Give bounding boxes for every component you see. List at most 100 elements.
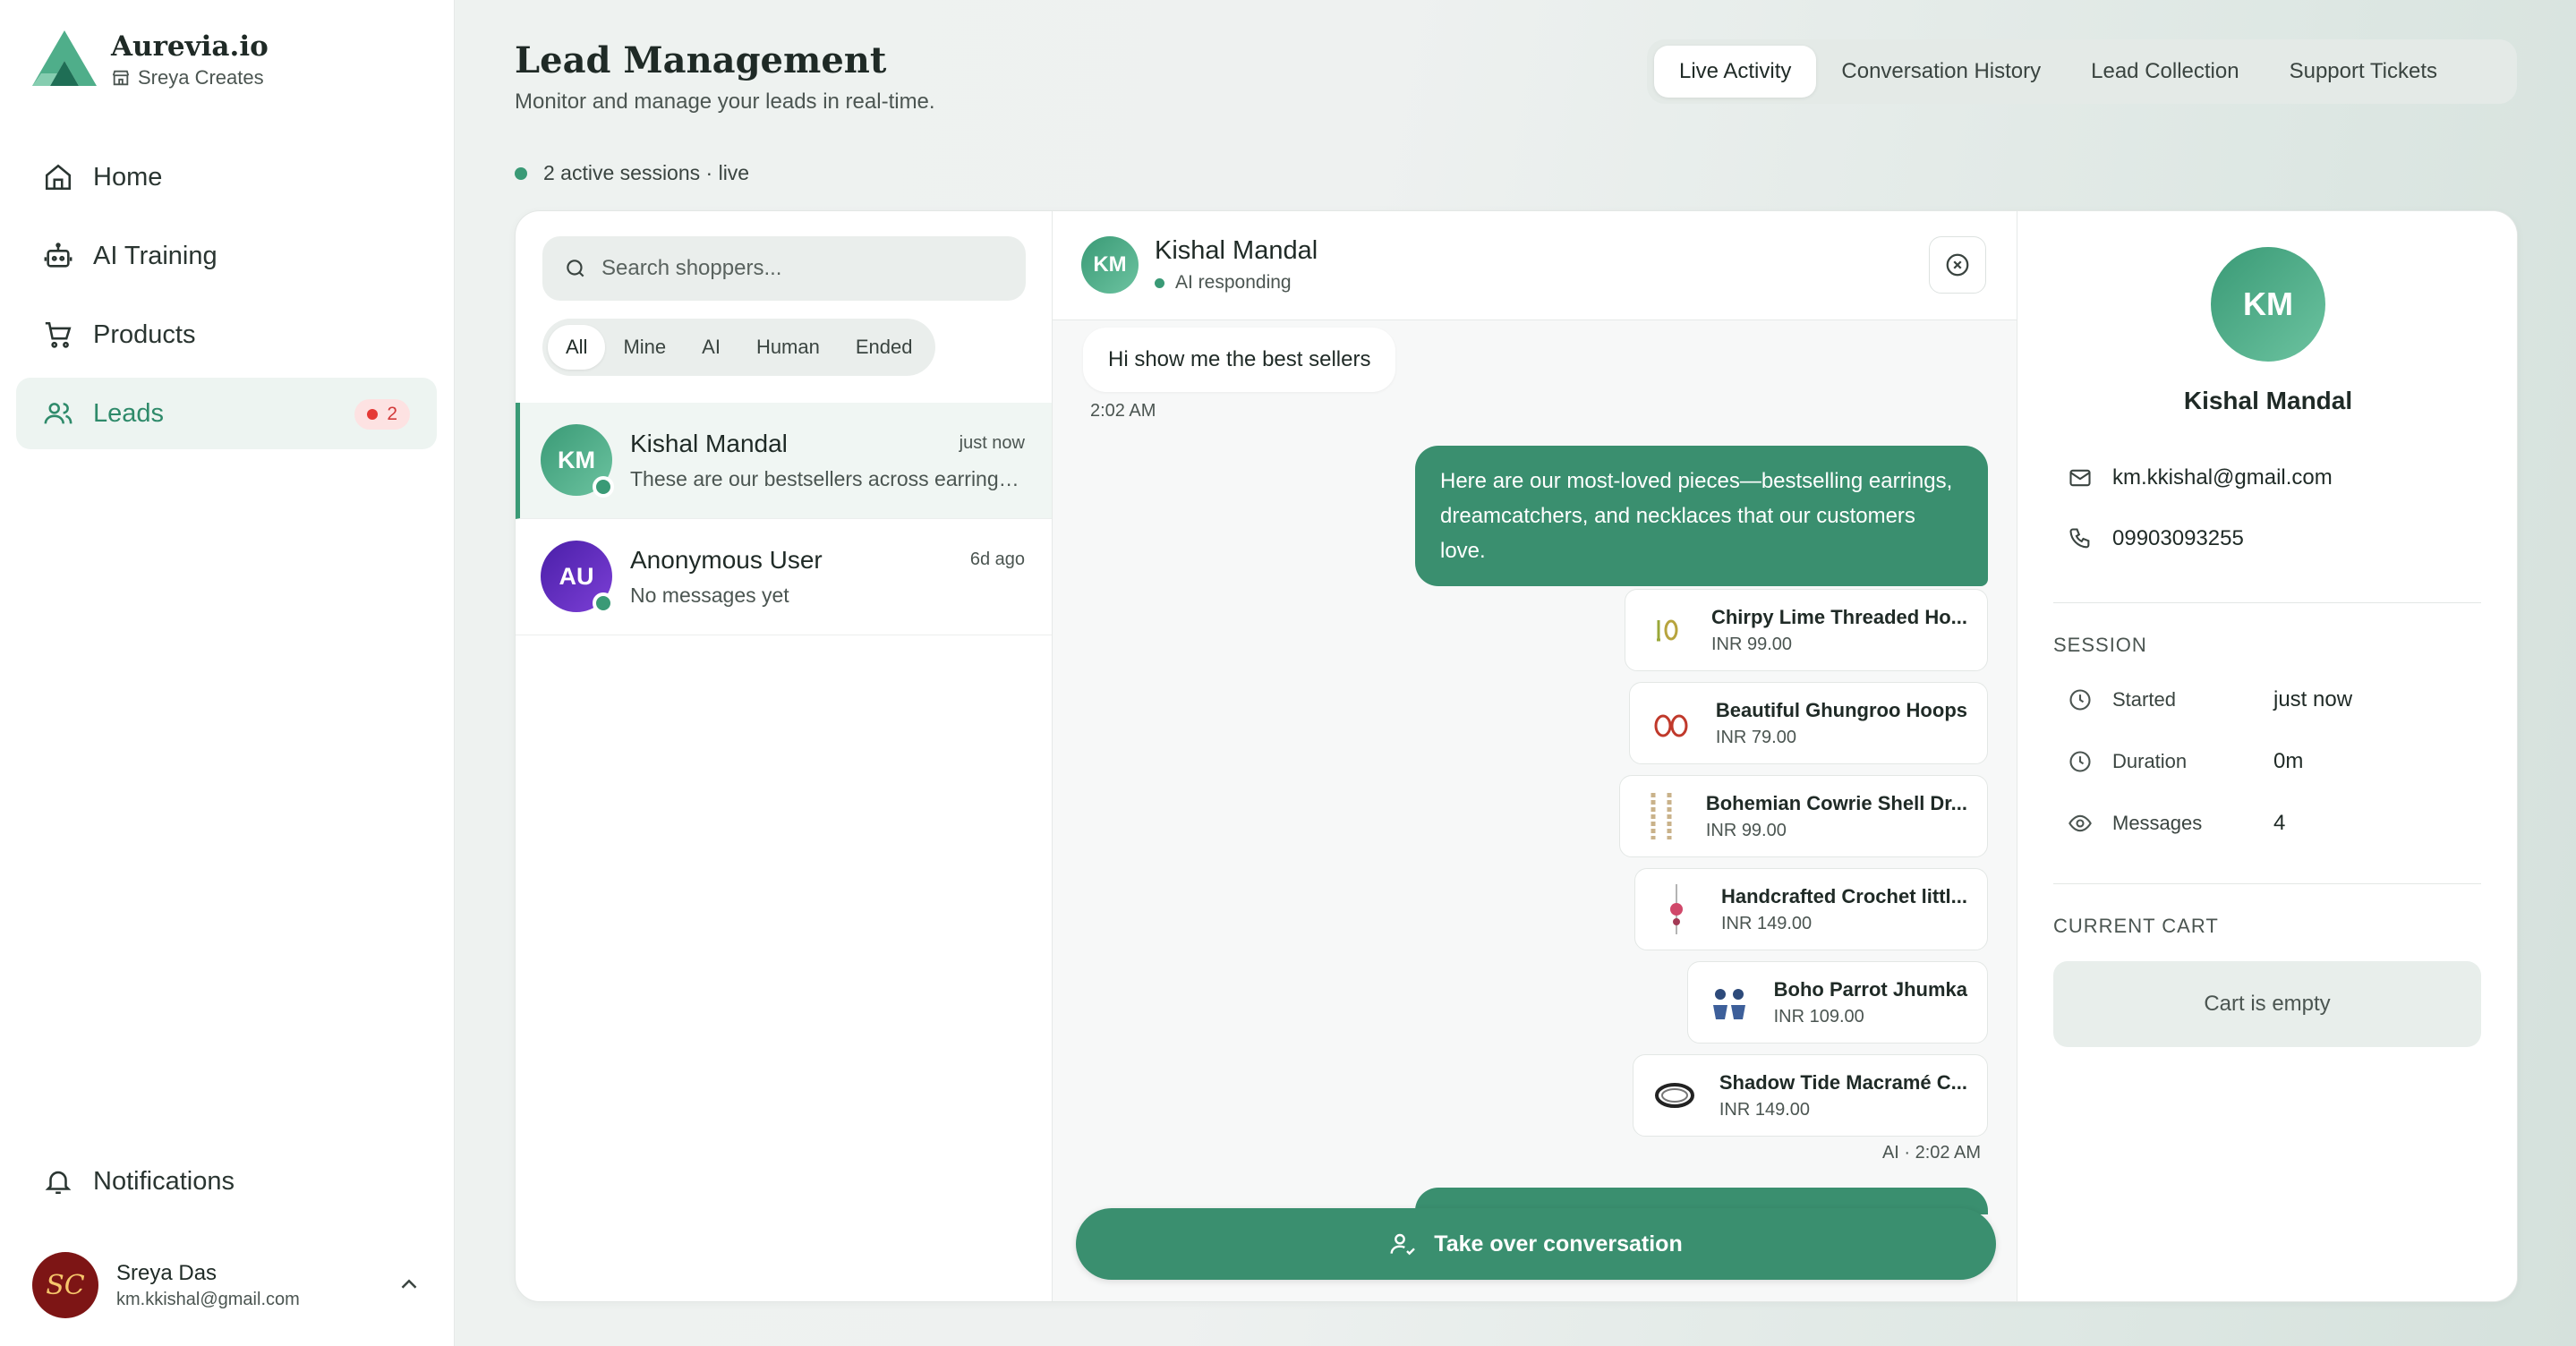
filter-ai[interactable]: AI <box>684 325 738 370</box>
product-card[interactable]: Shadow Tide Macramé C... INR 149.00 <box>1632 1054 1988 1137</box>
session-duration: Duration 0m <box>2068 744 2479 779</box>
product-price: INR 99.00 <box>1710 634 1793 654</box>
product-thumbnail <box>1650 882 1703 936</box>
chevron-up-icon[interactable] <box>396 1271 422 1298</box>
filter-all[interactable]: All <box>548 325 606 370</box>
profile-name: Kishal Mandal <box>2183 387 2353 414</box>
brand[interactable]: Aurevia.io Sreya Creates <box>32 30 269 89</box>
nav-label: AI Training <box>93 241 218 270</box>
user-email: km.kkishal@gmail.com <box>116 1289 300 1309</box>
search-icon <box>567 260 584 277</box>
list-item[interactable]: AU Anonymous User 6d ago No messages yet <box>516 519 1052 635</box>
product-card[interactable]: Beautiful Ghungroo Hoops INR 79.00 <box>1628 682 1988 764</box>
nav-label: Notifications <box>93 1166 235 1196</box>
filter-mine[interactable]: Mine <box>605 325 684 370</box>
brand-logo-icon <box>32 30 97 86</box>
users-icon <box>44 403 73 424</box>
clock-icon <box>2069 689 2091 711</box>
conversation-status: AI responding <box>1155 272 1292 294</box>
shopper-list-panel: All Mine AI Human Ended KM Kishal Mandal… <box>516 211 1053 1301</box>
product-thumbnail <box>1648 1069 1702 1122</box>
product-card[interactable]: Handcrafted Crochet littl... INR 149.00 <box>1633 868 1988 950</box>
bell-icon <box>45 1171 72 1195</box>
product-card[interactable]: Boho Parrot Jhumka INR 109.00 <box>1686 961 1988 1044</box>
nav-label: Products <box>93 319 196 349</box>
avatar: KM <box>2211 247 2325 362</box>
session-heading: SESSION <box>2053 634 2147 656</box>
take-over-conversation-button[interactable]: Take over conversation <box>1076 1208 1996 1280</box>
user-name: Sreya Das <box>116 1260 218 1285</box>
store-name: Sreya Creates <box>138 66 264 89</box>
avatar: KM <box>1081 236 1139 294</box>
outgoing-message: Here are our most-loved pieces—bestselli… <box>1415 446 1988 586</box>
nav-label: Leads <box>93 398 165 428</box>
avatar: AU <box>541 541 614 614</box>
cart-empty-state: Cart is empty <box>2053 961 2481 1047</box>
phone-icon <box>2069 528 2090 549</box>
status-dot <box>1155 277 1164 288</box>
nav-item-home[interactable]: Home <box>16 141 437 213</box>
nav-item-leads[interactable]: Leads 2 <box>16 378 437 449</box>
product-title: Beautiful Ghungroo Hoops <box>1715 698 1967 721</box>
cart-heading: CURRENT CART <box>2053 915 2219 937</box>
product-thumbnail <box>1640 603 1693 657</box>
divider <box>2053 883 2481 884</box>
shopper-name: Kishal Mandal <box>630 430 788 457</box>
product-card[interactable]: Chirpy Lime Threaded Ho... INR 99.00 <box>1624 589 1988 671</box>
message-preview: These are our bestsellers across earring… <box>630 467 1024 490</box>
leads-card: All Mine AI Human Ended KM Kishal Mandal… <box>515 210 2518 1302</box>
shopper-list: KM Kishal Mandal just now These are our … <box>516 403 1052 635</box>
product-thumbnail <box>1702 975 1756 1029</box>
product-price: INR 99.00 <box>1705 820 1787 840</box>
session-messages: Messages 4 <box>2068 805 2479 841</box>
tab-support-tickets[interactable]: Support Tickets <box>2265 46 2462 98</box>
store-icon <box>112 70 130 86</box>
product-price: INR 109.00 <box>1773 1006 1864 1027</box>
tab-lead-collection[interactable]: Lead Collection <box>2066 46 2264 98</box>
product-card[interactable]: Bohemian Cowrie Shell Dr... INR 99.00 <box>1618 775 1988 857</box>
conversation-name: Kishal Mandal <box>1155 236 1318 265</box>
online-dot <box>593 476 614 498</box>
tab-conversation-history[interactable]: Conversation History <box>1816 46 2066 98</box>
brand-name: Aurevia.io <box>111 30 269 63</box>
sidebar: Aurevia.io Sreya Creates Home AI Trainin… <box>0 0 455 1346</box>
divider <box>2053 602 2481 603</box>
filter-ended[interactable]: Ended <box>838 325 931 370</box>
nav-item-notifications[interactable]: Notifications <box>16 1146 437 1217</box>
filter-pills: All Mine AI Human Ended <box>542 319 936 376</box>
message-meta: AI · 2:02 AM <box>1881 1143 1981 1163</box>
session-started: Started just now <box>2068 682 2479 718</box>
home-icon <box>45 164 72 191</box>
search-input[interactable] <box>601 256 1013 281</box>
search-box[interactable] <box>542 236 1026 301</box>
product-price: INR 149.00 <box>1719 1099 1811 1120</box>
profile-email: km.kkishal@gmail.com <box>2068 465 2333 490</box>
product-title: Bohemian Cowrie Shell Dr... <box>1705 791 1967 814</box>
cart-icon <box>45 321 72 348</box>
nav-item-products[interactable]: Products <box>16 299 437 371</box>
product-title: Chirpy Lime Threaded Ho... <box>1710 605 1967 628</box>
conversation-header: KM Kishal Mandal AI responding <box>1053 211 2017 320</box>
end-conversation-button[interactable] <box>1929 236 1986 294</box>
robot-icon <box>44 243 73 268</box>
nav-label: Home <box>93 162 163 192</box>
user-menu[interactable]: SC Sreya Das km.kkishal@gmail.com <box>32 1251 422 1319</box>
nav-item-ai-training[interactable]: AI Training <box>16 220 437 292</box>
product-price: INR 79.00 <box>1715 727 1796 747</box>
product-title: Boho Parrot Jhumka <box>1773 977 1967 1001</box>
profile-phone: 09903093255 <box>2068 526 2244 551</box>
tab-live-activity[interactable]: Live Activity <box>1654 46 1817 98</box>
lead-profile-panel: KM Kishal Mandal km.kkishal@gmail.com 09… <box>2017 211 2517 1301</box>
avatar: SC <box>32 1252 98 1318</box>
list-item[interactable]: KM Kishal Mandal just now These are our … <box>516 403 1052 519</box>
mail-icon <box>2069 469 2091 487</box>
filter-human[interactable]: Human <box>738 325 838 370</box>
product-thumbnail <box>1634 789 1688 843</box>
product-title: Handcrafted Crochet littl... <box>1720 884 1967 907</box>
online-dot <box>593 592 614 614</box>
view-tabs: Live Activity Conversation History Lead … <box>1647 39 2517 104</box>
last-active-time: just now <box>959 433 1025 453</box>
product-thumbnail <box>1644 696 1698 750</box>
message-time: 2:02 AM <box>1090 401 1156 421</box>
clock-icon <box>2069 751 2091 772</box>
